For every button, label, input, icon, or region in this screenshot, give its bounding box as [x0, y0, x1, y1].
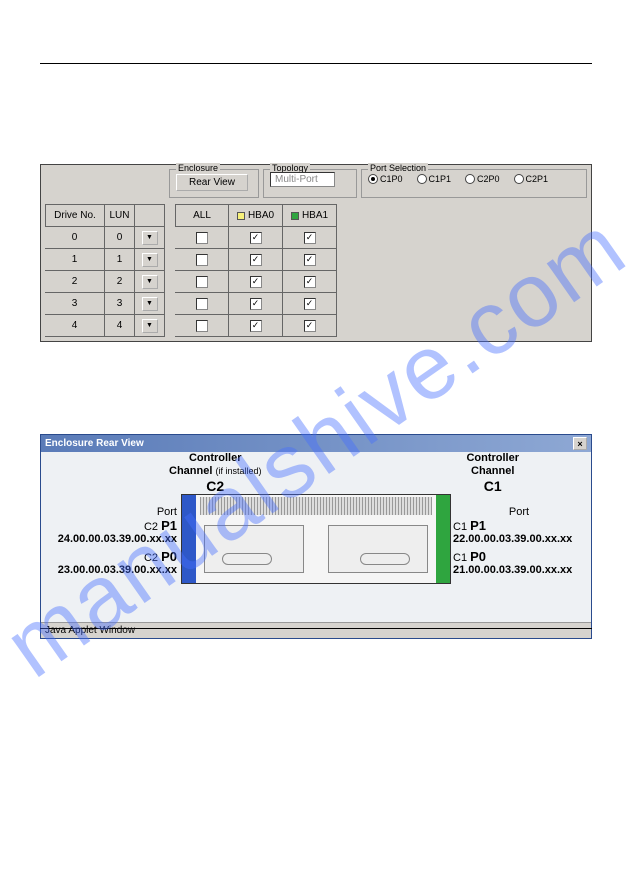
checkbox-hba1[interactable]: ✓ — [283, 227, 337, 249]
checkbox-hba0[interactable]: ✓ — [229, 271, 283, 293]
grid-cell: 0 — [45, 227, 105, 249]
port-selection-legend: Port Selection — [368, 163, 428, 173]
port-radio-c2p1[interactable]: C2P1 — [514, 174, 549, 184]
lun-mapping-panel: Enclosure Rear View Topology Multi-Port … — [40, 164, 592, 342]
checkbox-all[interactable] — [175, 249, 229, 271]
col-header — [135, 205, 165, 227]
c2-port-bar — [182, 495, 196, 583]
checkbox-hba0[interactable]: ✓ — [229, 249, 283, 271]
col-header: HBA0 — [229, 205, 283, 227]
grid-cell[interactable]: ▼ — [135, 271, 165, 293]
col-header: Drive No. — [45, 205, 105, 227]
grid-cell: 1 — [45, 249, 105, 271]
c1-port-bar — [436, 495, 450, 583]
grid-cell[interactable]: ▼ — [135, 227, 165, 249]
col-header: ALL — [175, 205, 229, 227]
checkbox-all[interactable] — [175, 293, 229, 315]
col-header: HBA1 — [283, 205, 337, 227]
window-titlebar: Enclosure Rear View × — [41, 435, 591, 452]
close-icon[interactable]: × — [573, 437, 587, 450]
topology-select[interactable]: Multi-Port — [270, 172, 335, 187]
port-radio-c1p0[interactable]: C1P0 — [368, 174, 403, 184]
window-title: Enclosure Rear View — [45, 438, 144, 449]
checkbox-hba1[interactable]: ✓ — [283, 271, 337, 293]
enclosure-group: Enclosure Rear View — [169, 169, 259, 198]
enclosure-rear-view-window: Enclosure Rear View × Controller Channel… — [40, 434, 592, 639]
grid-cell: 4 — [45, 315, 105, 337]
grid-cell: 3 — [105, 293, 135, 315]
grid-cell: 0 — [105, 227, 135, 249]
checkbox-hba0[interactable]: ✓ — [229, 227, 283, 249]
grid-cell[interactable]: ▼ — [135, 249, 165, 271]
rear-view-button[interactable]: Rear View — [176, 174, 248, 191]
port-label-right: Port C1 P1 22.00.00.03.39.00.xx.xx C1 P0… — [453, 506, 585, 576]
grid-cell: 3 — [45, 293, 105, 315]
checkbox-all[interactable] — [175, 315, 229, 337]
status-bar: Java Applet Window — [41, 622, 591, 638]
port-label-left: Port C2 P1 24.00.00.03.39.00.xx.xx C2 P0… — [51, 506, 177, 576]
grid-cell[interactable]: ▼ — [135, 293, 165, 315]
chassis-diagram — [181, 494, 451, 584]
grid-cell: 4 — [105, 315, 135, 337]
port-radio-c1p1[interactable]: C1P1 — [417, 174, 452, 184]
port-selection-group: Port Selection C1P0C1P1C2P0C2P1 — [361, 169, 587, 198]
topology-group: Topology Multi-Port — [263, 169, 357, 198]
grid-cell: 1 — [105, 249, 135, 271]
checkbox-hba0[interactable]: ✓ — [229, 293, 283, 315]
grid-cell[interactable]: ▼ — [135, 315, 165, 337]
c1-header: Controller Channel C1 — [466, 452, 519, 495]
checkbox-hba1[interactable]: ✓ — [283, 249, 337, 271]
checkbox-hba1[interactable]: ✓ — [283, 293, 337, 315]
enclosure-legend: Enclosure — [176, 163, 220, 173]
c2-header: Controller Channel (if installed) C2 — [169, 452, 261, 495]
checkbox-all[interactable] — [175, 227, 229, 249]
grid-cell: 2 — [105, 271, 135, 293]
checkbox-hba1[interactable]: ✓ — [283, 315, 337, 337]
checkbox-hba0[interactable]: ✓ — [229, 315, 283, 337]
checkbox-all[interactable] — [175, 271, 229, 293]
grid-cell: 2 — [45, 271, 105, 293]
port-radio-c2p0[interactable]: C2P0 — [465, 174, 500, 184]
col-header: LUN — [105, 205, 135, 227]
